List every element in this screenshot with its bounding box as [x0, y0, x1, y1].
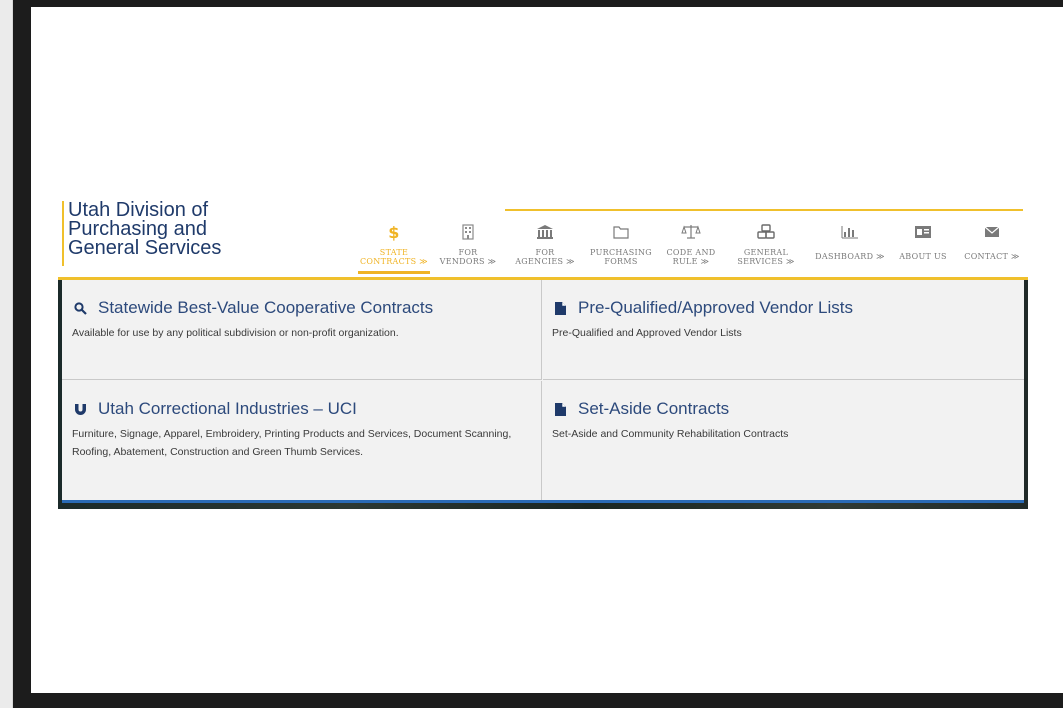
nav-label-line1: Dashboard ≫	[815, 252, 885, 261]
building-icon	[433, 222, 503, 242]
nav-item-code-and-rule[interactable]: Code and Rule ≫	[659, 222, 723, 274]
dropdown-panel: Statewide Best-Value Cooperative Contrac…	[62, 280, 1024, 503]
dropdown-item-title[interactable]: Utah Correctional Industries – UCI	[98, 399, 357, 419]
scales-icon	[659, 222, 723, 242]
cubes-icon	[727, 222, 805, 242]
dropdown-item-title[interactable]: Statewide Best-Value Cooperative Contrac…	[98, 298, 433, 318]
dropdown-item-desc: Available for use by any political subdi…	[72, 327, 399, 339]
folder-icon	[585, 222, 657, 242]
window-left-edge	[0, 0, 13, 708]
site-logo[interactable]: Utah Division of Purchasing and General …	[62, 200, 258, 266]
nav-label-line1: Purchasing	[590, 248, 652, 257]
nav-item-general-services[interactable]: General Services ≫	[727, 222, 805, 274]
nav-item-state-contracts[interactable]: $ State Contracts ≫	[355, 222, 433, 274]
nav-label-line2: Contracts ≫	[360, 257, 428, 266]
dropdown-item-uci[interactable]: Utah Correctional Industries – UCI Furni…	[62, 381, 542, 500]
magnet-icon	[72, 401, 88, 417]
nav-label-line1: About Us	[899, 252, 947, 261]
dropdown-item-vendor-lists[interactable]: Pre-Qualified/Approved Vendor Lists Pre-…	[543, 280, 1024, 380]
nav-item-dashboard[interactable]: Dashboard ≫	[809, 222, 891, 274]
main-nav: $ State Contracts ≫ For Vendors ≫ For Ag…	[355, 222, 1028, 274]
header-rule	[505, 209, 1023, 211]
svg-text:$: $	[388, 223, 399, 241]
dropdown-item-desc: Pre-Qualified and Approved Vendor Lists	[552, 327, 742, 339]
document-icon	[552, 300, 568, 316]
bank-icon	[505, 222, 585, 242]
nav-label-line2: Services ≫	[737, 257, 795, 266]
envelope-icon	[957, 222, 1027, 242]
document-icon	[552, 401, 568, 417]
nav-item-for-vendors[interactable]: For Vendors ≫	[433, 222, 503, 274]
nav-label-line1: For	[535, 248, 555, 257]
id-card-icon	[893, 222, 953, 242]
nav-label-line1: General	[743, 248, 789, 257]
dropdown-item-desc: Set-Aside and Community Rehabilitation C…	[552, 428, 789, 440]
search-icon	[72, 300, 88, 316]
logo-line-3: General Services	[68, 237, 222, 259]
dropdown-item-set-aside[interactable]: Set-Aside Contracts Set-Aside and Commun…	[543, 381, 1024, 500]
nav-label-line1: Contact ≫	[964, 252, 1020, 261]
state-contracts-dropdown: Statewide Best-Value Cooperative Contrac…	[58, 280, 1028, 509]
nav-label-line1: Code and	[666, 248, 716, 257]
dropdown-item-title[interactable]: Pre-Qualified/Approved Vendor Lists	[578, 298, 853, 318]
dropdown-item-cooperative-contracts[interactable]: Statewide Best-Value Cooperative Contrac…	[62, 280, 542, 380]
bar-chart-icon	[809, 222, 891, 242]
nav-label-line1: For	[458, 248, 478, 257]
nav-label-line1: State	[379, 248, 409, 257]
nav-item-about-us[interactable]: About Us	[893, 222, 953, 274]
nav-label-line2: Agencies ≫	[515, 257, 575, 266]
dropdown-item-title[interactable]: Set-Aside Contracts	[578, 399, 729, 419]
dollar-icon: $	[355, 222, 433, 242]
dropdown-item-desc: Furniture, Signage, Apparel, Embroidery,…	[72, 428, 512, 458]
nav-label-line2: Vendors ≫	[439, 257, 497, 266]
nav-item-for-agencies[interactable]: For Agencies ≫	[505, 222, 585, 274]
nav-label-line2: Rule ≫	[672, 257, 710, 266]
nav-item-contact[interactable]: Contact ≫	[957, 222, 1027, 274]
nav-label-line2: Forms	[604, 257, 638, 266]
nav-item-purchasing-forms[interactable]: Purchasing Forms	[585, 222, 657, 274]
active-indicator	[358, 271, 430, 274]
